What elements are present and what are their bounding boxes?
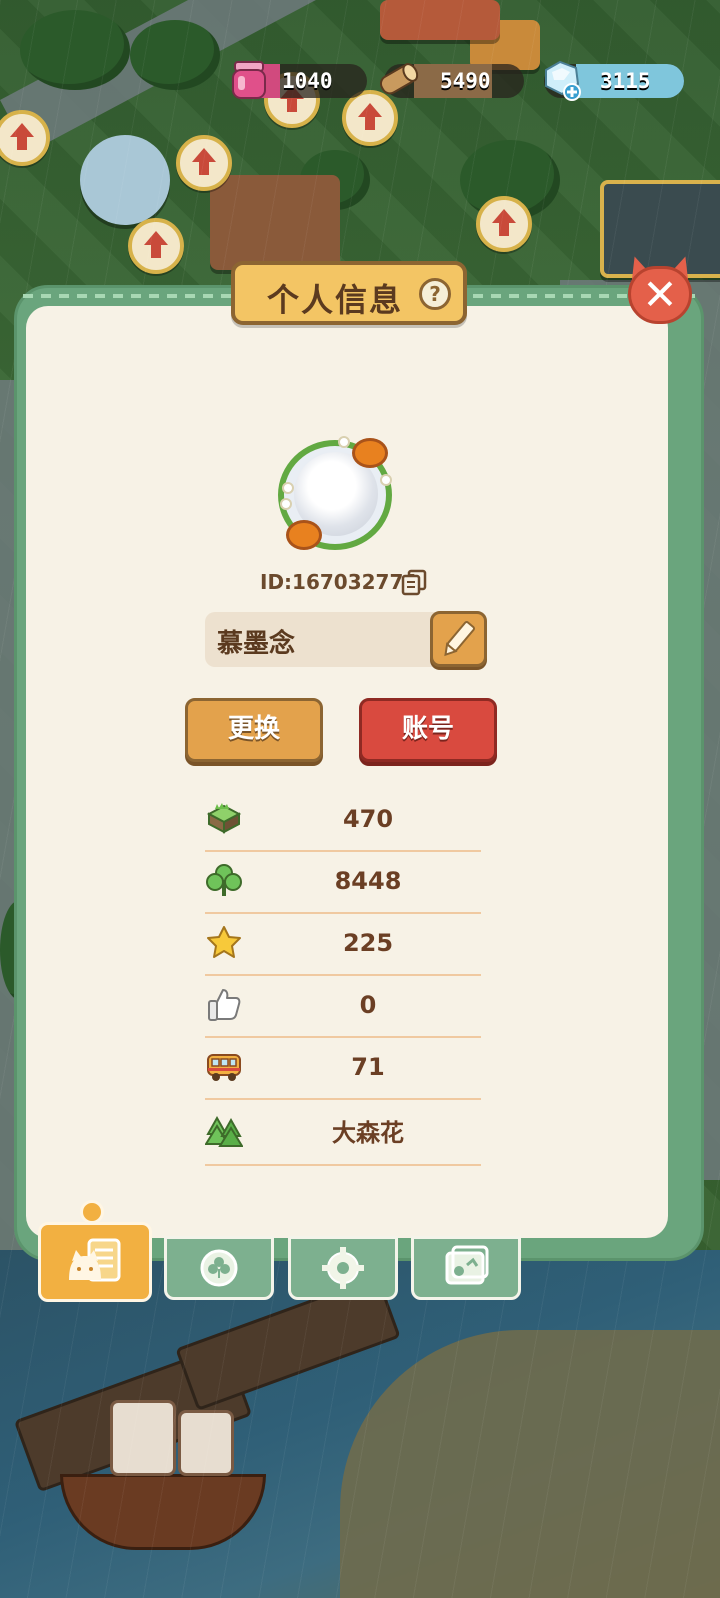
avatar[interactable] [276,436,400,554]
tab-badges[interactable] [164,1236,274,1300]
photo-album-icon [445,1245,489,1285]
edit-name-button[interactable] [430,611,487,667]
stat-value: 大森花 [332,1119,404,1147]
jam-resource-counter[interactable]: 1040 [232,61,367,99]
flower-decoration-icon [380,474,392,486]
stat-row-likes: 0 [205,972,481,1038]
thumbs-up-icon [208,989,241,1021]
account-button[interactable]: 账号 [359,698,497,762]
active-tab-pin [80,1200,104,1224]
jam-jar-icon [232,61,266,99]
user-id: ID:167032774 [260,570,418,594]
stat-value: 470 [342,805,394,833]
tab-settings[interactable] [288,1236,398,1300]
stat-value: 225 [342,929,394,957]
wood-resource-counter[interactable]: 5490 [379,63,524,98]
stat-value: 8448 [334,867,402,895]
change-avatar-button[interactable]: 更换 [185,698,323,762]
grass-block-icon [206,803,242,834]
close-icon: ✕ [642,270,678,319]
stat-value: 71 [351,1053,385,1081]
flower-decoration-icon [338,436,350,448]
close-button[interactable]: ✕ [624,253,696,326]
pine-trees-icon [205,1115,243,1147]
copy-icon[interactable] [400,568,428,596]
gem-value: 3115 [600,69,651,93]
tab-album[interactable] [411,1236,521,1300]
orange-decoration-icon [352,438,388,468]
gem-resource-counter[interactable]: 3115 [544,60,684,101]
flower-decoration-icon [280,498,292,510]
wood-value: 5490 [440,69,491,93]
ice-gem-icon [545,60,581,101]
star-icon [207,926,241,958]
pencil-icon [444,621,475,657]
cat-card-icon [69,1238,121,1282]
clover-icon [206,864,242,896]
orange-decoration-icon [286,520,322,550]
help-button[interactable]: ? [419,278,451,310]
wood-log-icon [379,63,419,95]
jam-value: 1040 [282,69,333,93]
stat-value: 0 [359,991,377,1019]
flower-decoration-icon [282,482,294,494]
stat-row-grass: 470 [205,786,481,852]
stat-row-star: 225 [205,910,481,976]
panel-title-plate: 个人信息 ? [231,261,467,325]
gear-icon [322,1247,364,1289]
bus-icon [207,1054,241,1081]
panel-title: 个人信息 [267,281,404,319]
stat-row-forest: 大森花 [205,1100,481,1166]
stat-row-clover: 8448 [205,848,481,914]
nickname-value: 慕墨念 [217,629,296,659]
stat-row-bus: 71 [205,1034,481,1100]
clover-badge-icon [200,1249,238,1287]
tab-profile[interactable] [38,1222,152,1302]
